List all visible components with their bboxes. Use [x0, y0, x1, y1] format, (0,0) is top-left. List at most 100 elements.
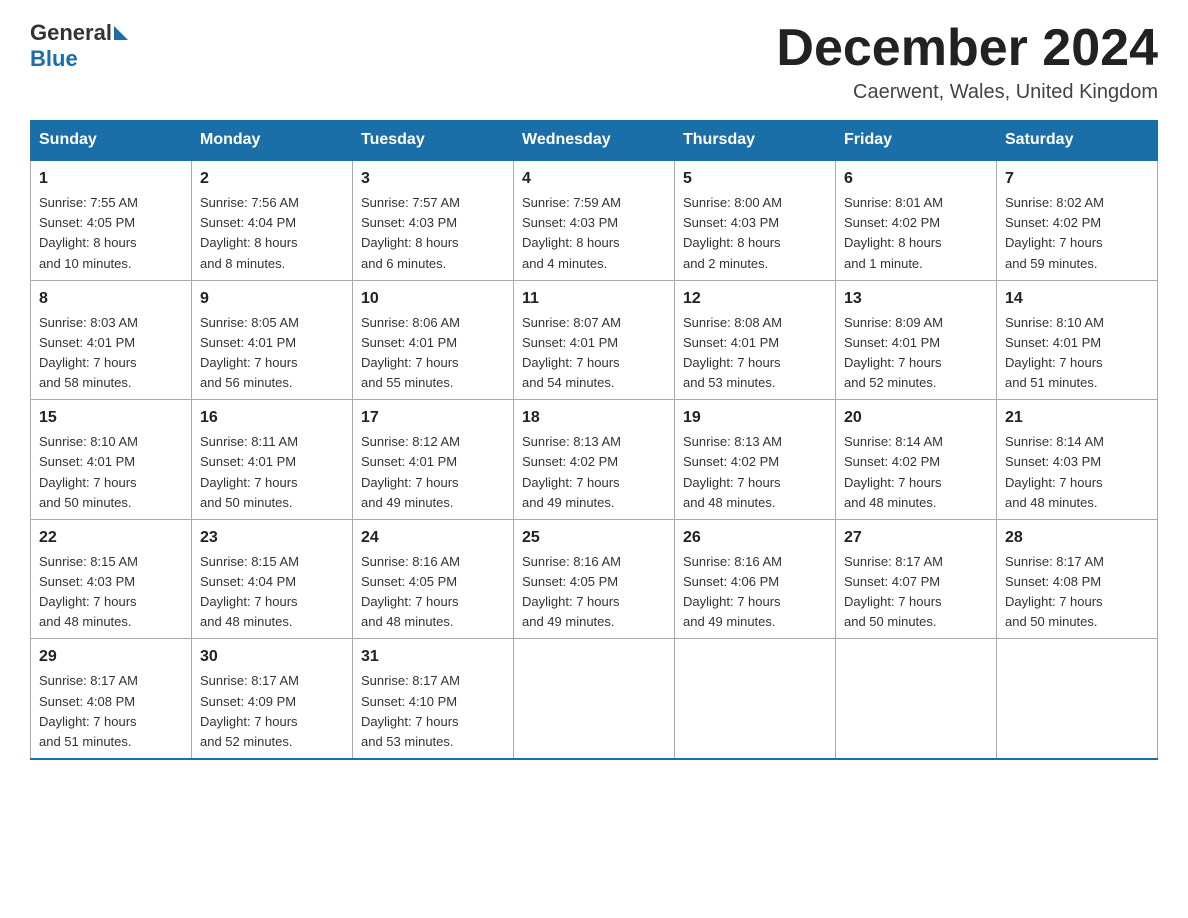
day-number: 21: [1005, 406, 1149, 430]
day-info: Sunrise: 7:59 AM Sunset: 4:03 PM Dayligh…: [522, 193, 666, 274]
location-subtitle: Caerwent, Wales, United Kingdom: [776, 81, 1158, 104]
calendar-day-cell: [675, 639, 836, 759]
calendar-day-cell: 30Sunrise: 8:17 AM Sunset: 4:09 PM Dayli…: [192, 639, 353, 759]
day-number: 8: [39, 287, 183, 311]
day-number: 24: [361, 526, 505, 550]
calendar-day-cell: 7Sunrise: 8:02 AM Sunset: 4:02 PM Daylig…: [997, 160, 1158, 280]
day-number: 2: [200, 167, 344, 191]
day-info: Sunrise: 7:57 AM Sunset: 4:03 PM Dayligh…: [361, 193, 505, 274]
day-number: 16: [200, 406, 344, 430]
day-info: Sunrise: 7:55 AM Sunset: 4:05 PM Dayligh…: [39, 193, 183, 274]
day-info: Sunrise: 8:13 AM Sunset: 4:02 PM Dayligh…: [683, 432, 827, 513]
day-number: 30: [200, 645, 344, 669]
calendar-day-cell: 1Sunrise: 7:55 AM Sunset: 4:05 PM Daylig…: [31, 160, 192, 280]
day-of-week-header: Thursday: [675, 121, 836, 161]
logo-general-text: General: [30, 20, 112, 46]
day-info: Sunrise: 8:15 AM Sunset: 4:04 PM Dayligh…: [200, 552, 344, 633]
day-number: 11: [522, 287, 666, 311]
day-of-week-header: Wednesday: [514, 121, 675, 161]
day-number: 14: [1005, 287, 1149, 311]
day-info: Sunrise: 8:15 AM Sunset: 4:03 PM Dayligh…: [39, 552, 183, 633]
day-number: 9: [200, 287, 344, 311]
calendar-header: SundayMondayTuesdayWednesdayThursdayFrid…: [31, 121, 1158, 161]
day-info: Sunrise: 8:08 AM Sunset: 4:01 PM Dayligh…: [683, 313, 827, 394]
day-info: Sunrise: 8:17 AM Sunset: 4:07 PM Dayligh…: [844, 552, 988, 633]
day-info: Sunrise: 8:10 AM Sunset: 4:01 PM Dayligh…: [1005, 313, 1149, 394]
day-number: 19: [683, 406, 827, 430]
calendar-week-row: 1Sunrise: 7:55 AM Sunset: 4:05 PM Daylig…: [31, 160, 1158, 280]
calendar-day-cell: 8Sunrise: 8:03 AM Sunset: 4:01 PM Daylig…: [31, 280, 192, 400]
day-number: 20: [844, 406, 988, 430]
day-info: Sunrise: 8:05 AM Sunset: 4:01 PM Dayligh…: [200, 313, 344, 394]
calendar-day-cell: 18Sunrise: 8:13 AM Sunset: 4:02 PM Dayli…: [514, 400, 675, 520]
calendar-day-cell: 11Sunrise: 8:07 AM Sunset: 4:01 PM Dayli…: [514, 280, 675, 400]
day-number: 17: [361, 406, 505, 430]
day-number: 26: [683, 526, 827, 550]
day-info: Sunrise: 8:07 AM Sunset: 4:01 PM Dayligh…: [522, 313, 666, 394]
day-info: Sunrise: 8:11 AM Sunset: 4:01 PM Dayligh…: [200, 432, 344, 513]
day-info: Sunrise: 8:13 AM Sunset: 4:02 PM Dayligh…: [522, 432, 666, 513]
title-area: December 2024 Caerwent, Wales, United Ki…: [776, 20, 1158, 104]
calendar-day-cell: 21Sunrise: 8:14 AM Sunset: 4:03 PM Dayli…: [997, 400, 1158, 520]
days-of-week-row: SundayMondayTuesdayWednesdayThursdayFrid…: [31, 121, 1158, 161]
day-info: Sunrise: 8:09 AM Sunset: 4:01 PM Dayligh…: [844, 313, 988, 394]
day-number: 22: [39, 526, 183, 550]
calendar-week-row: 22Sunrise: 8:15 AM Sunset: 4:03 PM Dayli…: [31, 519, 1158, 639]
day-info: Sunrise: 8:03 AM Sunset: 4:01 PM Dayligh…: [39, 313, 183, 394]
calendar-day-cell: 28Sunrise: 8:17 AM Sunset: 4:08 PM Dayli…: [997, 519, 1158, 639]
calendar-week-row: 29Sunrise: 8:17 AM Sunset: 4:08 PM Dayli…: [31, 639, 1158, 759]
calendar-day-cell: 26Sunrise: 8:16 AM Sunset: 4:06 PM Dayli…: [675, 519, 836, 639]
day-number: 7: [1005, 167, 1149, 191]
calendar-day-cell: 5Sunrise: 8:00 AM Sunset: 4:03 PM Daylig…: [675, 160, 836, 280]
calendar-day-cell: 27Sunrise: 8:17 AM Sunset: 4:07 PM Dayli…: [836, 519, 997, 639]
logo-blue-text: Blue: [30, 46, 78, 71]
calendar-day-cell: 9Sunrise: 8:05 AM Sunset: 4:01 PM Daylig…: [192, 280, 353, 400]
day-number: 25: [522, 526, 666, 550]
day-of-week-header: Monday: [192, 121, 353, 161]
calendar-day-cell: 20Sunrise: 8:14 AM Sunset: 4:02 PM Dayli…: [836, 400, 997, 520]
day-number: 31: [361, 645, 505, 669]
calendar-day-cell: 12Sunrise: 8:08 AM Sunset: 4:01 PM Dayli…: [675, 280, 836, 400]
page-header: General Blue December 2024 Caerwent, Wal…: [30, 20, 1158, 104]
day-info: Sunrise: 8:16 AM Sunset: 4:06 PM Dayligh…: [683, 552, 827, 633]
calendar-day-cell: 3Sunrise: 7:57 AM Sunset: 4:03 PM Daylig…: [353, 160, 514, 280]
day-number: 23: [200, 526, 344, 550]
month-title: December 2024: [776, 20, 1158, 77]
calendar-day-cell: 22Sunrise: 8:15 AM Sunset: 4:03 PM Dayli…: [31, 519, 192, 639]
day-of-week-header: Tuesday: [353, 121, 514, 161]
day-of-week-header: Friday: [836, 121, 997, 161]
day-number: 29: [39, 645, 183, 669]
day-number: 3: [361, 167, 505, 191]
logo: General Blue: [30, 20, 130, 72]
day-info: Sunrise: 8:17 AM Sunset: 4:09 PM Dayligh…: [200, 671, 344, 752]
day-number: 15: [39, 406, 183, 430]
calendar-day-cell: 6Sunrise: 8:01 AM Sunset: 4:02 PM Daylig…: [836, 160, 997, 280]
day-info: Sunrise: 8:06 AM Sunset: 4:01 PM Dayligh…: [361, 313, 505, 394]
day-number: 13: [844, 287, 988, 311]
calendar-day-cell: 2Sunrise: 7:56 AM Sunset: 4:04 PM Daylig…: [192, 160, 353, 280]
day-info: Sunrise: 8:12 AM Sunset: 4:01 PM Dayligh…: [361, 432, 505, 513]
day-info: Sunrise: 7:56 AM Sunset: 4:04 PM Dayligh…: [200, 193, 344, 274]
calendar-table: SundayMondayTuesdayWednesdayThursdayFrid…: [30, 120, 1158, 760]
day-number: 12: [683, 287, 827, 311]
day-number: 27: [844, 526, 988, 550]
calendar-day-cell: 23Sunrise: 8:15 AM Sunset: 4:04 PM Dayli…: [192, 519, 353, 639]
day-info: Sunrise: 8:16 AM Sunset: 4:05 PM Dayligh…: [522, 552, 666, 633]
day-number: 1: [39, 167, 183, 191]
calendar-day-cell: 4Sunrise: 7:59 AM Sunset: 4:03 PM Daylig…: [514, 160, 675, 280]
calendar-day-cell: 19Sunrise: 8:13 AM Sunset: 4:02 PM Dayli…: [675, 400, 836, 520]
day-number: 5: [683, 167, 827, 191]
calendar-week-row: 15Sunrise: 8:10 AM Sunset: 4:01 PM Dayli…: [31, 400, 1158, 520]
day-info: Sunrise: 8:02 AM Sunset: 4:02 PM Dayligh…: [1005, 193, 1149, 274]
day-number: 10: [361, 287, 505, 311]
calendar-body: 1Sunrise: 7:55 AM Sunset: 4:05 PM Daylig…: [31, 160, 1158, 759]
day-of-week-header: Sunday: [31, 121, 192, 161]
day-info: Sunrise: 8:10 AM Sunset: 4:01 PM Dayligh…: [39, 432, 183, 513]
calendar-day-cell: 25Sunrise: 8:16 AM Sunset: 4:05 PM Dayli…: [514, 519, 675, 639]
calendar-day-cell: 17Sunrise: 8:12 AM Sunset: 4:01 PM Dayli…: [353, 400, 514, 520]
day-info: Sunrise: 8:17 AM Sunset: 4:08 PM Dayligh…: [1005, 552, 1149, 633]
day-info: Sunrise: 8:00 AM Sunset: 4:03 PM Dayligh…: [683, 193, 827, 274]
calendar-day-cell: [997, 639, 1158, 759]
calendar-day-cell: 15Sunrise: 8:10 AM Sunset: 4:01 PM Dayli…: [31, 400, 192, 520]
day-info: Sunrise: 8:14 AM Sunset: 4:03 PM Dayligh…: [1005, 432, 1149, 513]
